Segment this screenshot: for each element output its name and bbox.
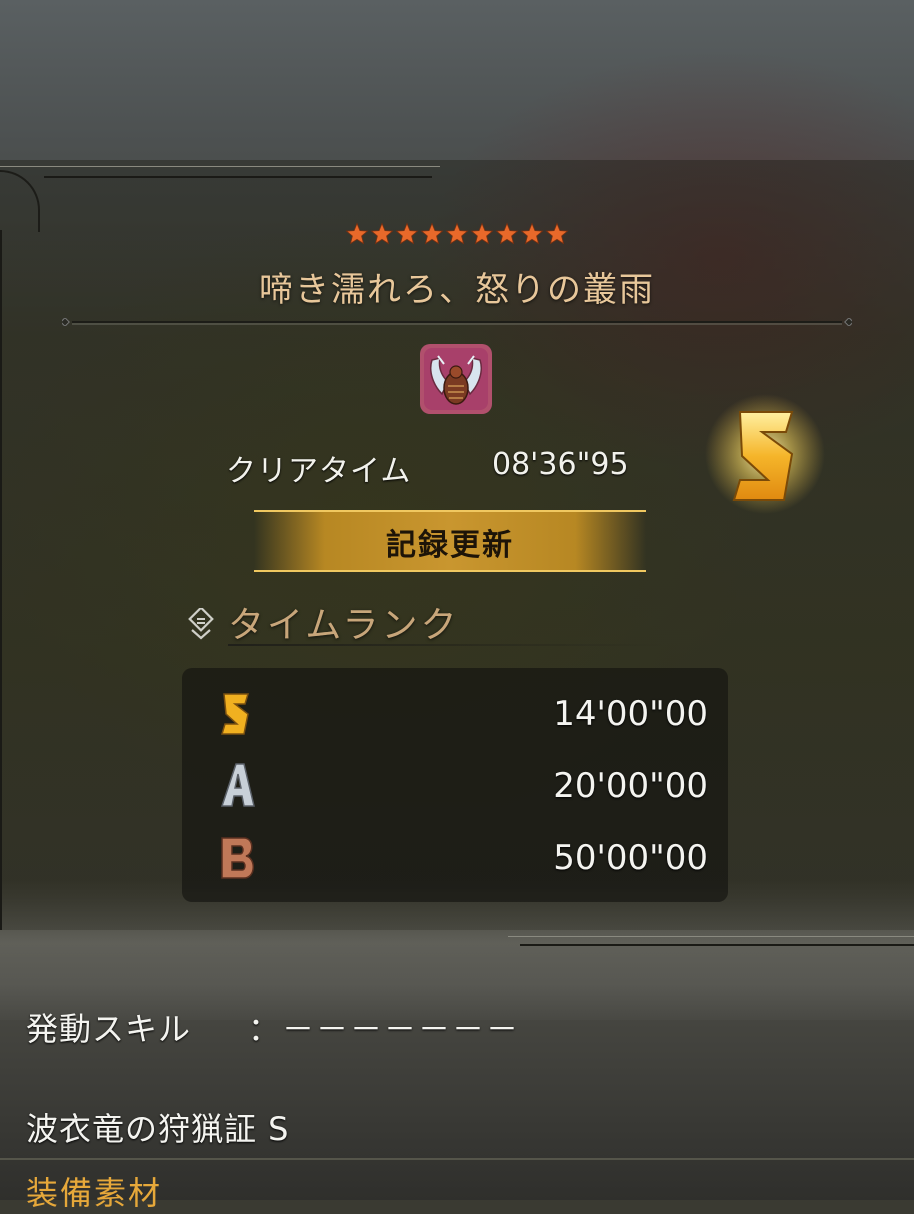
equipment-materials-label: 装備素材 [26, 1174, 163, 1212]
time-rank-table: 14'00"00 20'00"00 50'00"00 [182, 668, 728, 902]
active-skills-label: 発動スキル [26, 1010, 192, 1048]
rank-a-icon [220, 763, 255, 807]
frame-top-line-light [0, 166, 440, 167]
rank-row-s: 14'00"00 [182, 684, 728, 744]
clear-time-label: クリアタイム [226, 454, 412, 489]
difficulty-star-icon [545, 222, 569, 246]
divider-lower [0, 1158, 914, 1160]
clear-time-value: 08'36"95 [492, 447, 629, 482]
rank-row-a: 20'00"00 [182, 756, 728, 816]
difficulty-star-icon [345, 222, 369, 246]
title-divider [62, 318, 852, 326]
difficulty-star-icon [470, 222, 494, 246]
difficulty-star-icon [370, 222, 394, 246]
rank-s-time: 14'00"00 [553, 694, 708, 734]
rank-row-b: 50'00"00 [182, 828, 728, 888]
rank-s-badge-icon [705, 394, 825, 514]
difficulty-star-icon [420, 222, 444, 246]
difficulty-star-icon [520, 222, 544, 246]
time-rank-title: タイムランク [228, 605, 460, 646]
frame-bottom-line-dark [520, 944, 914, 946]
difficulty-star-icon [445, 222, 469, 246]
hunting-certificate: 波衣竜の狩猟証 S [26, 1110, 290, 1148]
frame-bottom-line [508, 936, 914, 937]
frame-left-line [0, 230, 2, 930]
rank-b-icon [221, 837, 254, 879]
rank-b-time: 50'00"00 [553, 838, 708, 878]
rank-s-icon [220, 693, 250, 735]
monster-icon [420, 344, 492, 414]
quest-title: 啼き濡れろ、怒りの叢雨 [259, 270, 655, 310]
time-rank-underline [228, 644, 668, 646]
rank-a-time: 20'00"00 [553, 766, 708, 806]
record-update-label: 記録更新 [386, 528, 514, 563]
difficulty-star-icon [395, 222, 419, 246]
difficulty-stars [0, 222, 914, 250]
time-rank-section-icon [188, 608, 214, 640]
frame-top-line [44, 176, 432, 178]
active-skills-value: ：－－－－－－－ [248, 1010, 521, 1048]
difficulty-star-icon [495, 222, 519, 246]
